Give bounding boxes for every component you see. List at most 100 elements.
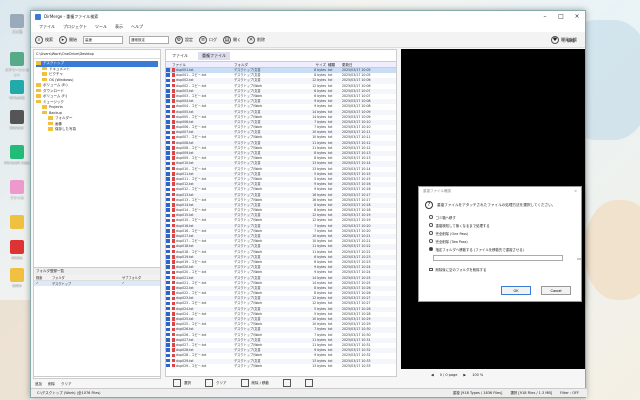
checkbox[interactable] xyxy=(166,270,170,275)
desktop-icon-folder[interactable] xyxy=(4,215,30,231)
minimize-icon[interactable]: – xyxy=(537,11,553,22)
checkbox[interactable] xyxy=(166,229,170,233)
checkbox[interactable] xyxy=(166,306,170,311)
select-button[interactable]: 選択 xyxy=(173,379,191,387)
checkbox[interactable] xyxy=(166,125,170,129)
radio-button[interactable] xyxy=(429,239,433,243)
tab-duplicates[interactable]: 重複ファイル xyxy=(198,51,230,60)
desktop-icon-files[interactable]: ファイル xyxy=(4,180,30,201)
checkbox[interactable] xyxy=(166,234,170,238)
checkbox[interactable] xyxy=(166,213,170,217)
checkbox[interactable] xyxy=(166,68,170,72)
checkbox[interactable] xyxy=(166,151,170,155)
checkbox[interactable] xyxy=(166,260,170,264)
desktop-icon-browser[interactable]: Browser xyxy=(4,110,30,130)
option-twopass[interactable]: 完全削除 (Two Pass) xyxy=(419,237,581,245)
next-page-icon[interactable]: ▶ xyxy=(463,373,466,377)
radio-button[interactable] xyxy=(429,223,433,227)
checkbox[interactable] xyxy=(166,296,170,300)
checkbox[interactable] xyxy=(166,239,170,243)
desktop-icon-data[interactable]: DATA xyxy=(4,268,30,288)
checkbox[interactable] xyxy=(166,280,170,285)
checkbox[interactable] xyxy=(166,275,170,280)
checkbox[interactable] xyxy=(166,156,170,160)
checkbox[interactable] xyxy=(166,89,170,93)
checkbox[interactable] xyxy=(166,322,170,326)
option-onepass[interactable]: 完全削除 (One Pass) xyxy=(419,229,581,237)
close-icon[interactable]: × xyxy=(574,189,577,195)
checkbox[interactable] xyxy=(166,332,170,337)
menu-view[interactable]: 表示 xyxy=(115,24,123,30)
checkbox[interactable] xyxy=(166,192,170,197)
radio-button-selected[interactable] xyxy=(429,247,433,251)
mode-select[interactable]: 高速 xyxy=(83,35,123,44)
desktop-icon-recycle-bin[interactable]: ゴミ箱 xyxy=(4,14,30,35)
delete-move-button[interactable]: 削除 / 移動 xyxy=(240,379,269,387)
settings-button[interactable]: ⚙ 設定 xyxy=(175,35,193,44)
checkbox[interactable] xyxy=(429,267,433,272)
browse-folder-icon[interactable]: ▭ xyxy=(577,256,581,261)
table-row[interactable]: dup029 - コピー.txt デスクトップ\Work 13 bytes txt 20… xyxy=(166,364,396,369)
radio-button[interactable] xyxy=(429,231,433,235)
destination-folder-input[interactable] xyxy=(433,255,564,261)
menu-help[interactable]: ヘルプ xyxy=(131,24,143,30)
checkbox[interactable] xyxy=(166,208,170,212)
checkbox[interactable] xyxy=(166,161,170,166)
checkbox[interactable] xyxy=(166,343,170,347)
checkbox[interactable] xyxy=(166,73,170,77)
menu-tools[interactable]: ツール xyxy=(95,24,107,30)
option-repeat[interactable]: 重複検知して無くなるまで処理する xyxy=(419,221,581,229)
delete-empty-folders-checkbox[interactable]: 削除後に空のフォルダを削除する xyxy=(419,263,581,276)
checkbox[interactable] xyxy=(166,146,170,150)
cancel-button[interactable]: Cancel xyxy=(541,286,571,295)
log-button[interactable]: ≡ ログ xyxy=(199,35,217,44)
checkbox[interactable] xyxy=(166,249,170,254)
menu-file[interactable]: ファイル xyxy=(39,24,55,30)
tab-files[interactable]: ファイル xyxy=(172,53,188,59)
start-button[interactable]: ▸ 開始 xyxy=(59,35,77,44)
close-icon[interactable]: × xyxy=(569,11,585,22)
open-button[interactable]: ▤ 開く xyxy=(223,35,241,44)
checkbox[interactable] xyxy=(166,327,170,332)
add-folder-button[interactable]: 追加 xyxy=(35,382,42,387)
search-button[interactable]: ⌕ 検索 xyxy=(35,35,53,44)
delete-button[interactable]: ✕ 削除 xyxy=(247,35,265,44)
checkbox[interactable] xyxy=(166,99,170,103)
checkbox[interactable] xyxy=(166,120,170,124)
checkbox[interactable] xyxy=(166,135,170,140)
desktop-icon-edge[interactable]: Microsoft Edge xyxy=(4,145,30,165)
checkbox[interactable] xyxy=(166,104,170,109)
checkbox[interactable] xyxy=(166,338,170,342)
filter-button[interactable] xyxy=(304,379,313,387)
checkbox[interactable] xyxy=(166,187,170,192)
checkbox[interactable] xyxy=(166,166,170,171)
checkbox[interactable] xyxy=(166,83,170,88)
filter-settings-button[interactable] xyxy=(282,379,291,387)
checkbox[interactable] xyxy=(166,265,170,269)
remove-folder-button[interactable]: 削除 xyxy=(48,382,55,387)
checkbox[interactable] xyxy=(166,130,170,134)
checkbox[interactable] xyxy=(166,223,170,228)
checkbox[interactable] xyxy=(166,317,170,321)
clear-folder-button[interactable]: クリア xyxy=(61,382,72,387)
checkbox[interactable] xyxy=(166,218,170,223)
clear-button[interactable]: クリア xyxy=(205,379,227,387)
checkbox[interactable] xyxy=(166,94,170,98)
checkbox[interactable] xyxy=(166,172,170,176)
checkbox[interactable] xyxy=(166,353,170,358)
sort-select[interactable]: 通常設定 xyxy=(129,35,169,44)
checkbox[interactable] xyxy=(166,291,170,295)
checkbox[interactable] xyxy=(166,301,170,306)
zoom-level[interactable]: 100 % xyxy=(472,373,483,377)
checkbox[interactable] xyxy=(166,177,170,181)
checkbox[interactable] xyxy=(166,363,170,368)
checkbox[interactable] xyxy=(166,203,170,207)
checkbox[interactable] xyxy=(166,182,170,186)
checkbox[interactable] xyxy=(166,255,170,259)
checkbox[interactable] xyxy=(166,312,170,316)
desktop-icon-virtualdj[interactable]: VirtualDJ xyxy=(4,80,30,100)
checkbox[interactable] xyxy=(166,114,170,119)
desktop-icon-screenshot[interactable]: スクリーンショット xyxy=(4,52,30,78)
info-button[interactable]: ⓘ 情報 xyxy=(562,38,575,44)
maximize-icon[interactable]: □ xyxy=(553,11,569,22)
